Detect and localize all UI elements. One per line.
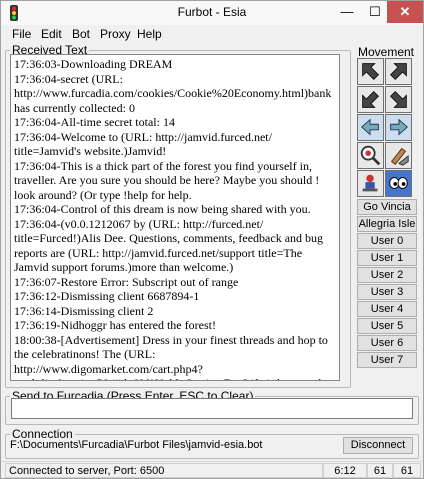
log-line: 17:36:07-Restore Error: Subscript out of… bbox=[14, 274, 239, 289]
user-3-button[interactable]: User 3 bbox=[357, 284, 417, 300]
received-text-box[interactable]: 17:36:03-Downloading DREAM 17:36:04-secr… bbox=[10, 54, 340, 381]
minimize-button[interactable]: — bbox=[333, 1, 361, 23]
log-line: 18:00:38-[Advertisement] Dress in your f… bbox=[14, 332, 328, 381]
user-5-button[interactable]: User 5 bbox=[357, 318, 417, 334]
log-line: 17:36:04-Welcome to (URL: http://jamvid.… bbox=[14, 129, 272, 159]
menu-file[interactable]: File bbox=[12, 27, 31, 41]
user-0-button[interactable]: User 0 bbox=[357, 233, 417, 249]
log-line: 17:36:04-(v0.0.1212067 by (URL: http://f… bbox=[14, 216, 324, 275]
log-line: 17:36:03-Downloading DREAM bbox=[14, 57, 173, 71]
disconnect-button[interactable]: Disconnect bbox=[343, 437, 413, 454]
menu-bar: File Edit Bot Proxy Help bbox=[1, 25, 423, 43]
maximize-button[interactable]: ☐ bbox=[361, 1, 389, 23]
send-input[interactable] bbox=[11, 398, 413, 419]
eyes-icon[interactable] bbox=[385, 170, 412, 197]
log-line: 17:36:19-Nidhoggr has entered the forest… bbox=[14, 318, 216, 332]
status-message: Connected to server, Port: 6500 bbox=[5, 463, 323, 478]
turn-right-icon[interactable] bbox=[385, 114, 412, 141]
menu-proxy[interactable]: Proxy bbox=[100, 27, 131, 41]
go-vincia-button[interactable]: Go Vincia bbox=[357, 199, 417, 215]
log-line: 17:36:12-Dismissing client 6687894-1 bbox=[14, 289, 200, 303]
log-line: 17:36:14-Dismissing client 2 bbox=[14, 303, 154, 318]
status-bar: Connected to server, Port: 6500 6:12 PM … bbox=[1, 461, 423, 478]
user-4-button[interactable]: User 4 bbox=[357, 301, 417, 317]
menu-help[interactable]: Help bbox=[137, 27, 162, 41]
allegria-isle-button[interactable]: Allegria Isle bbox=[357, 216, 417, 232]
user-6-button[interactable]: User 6 bbox=[357, 335, 417, 351]
log-line: 17:36:04-secret (URL: http://www.furcadi… bbox=[14, 71, 332, 115]
arrow-sw-icon[interactable] bbox=[357, 86, 384, 113]
status-time: 6:12 PM bbox=[323, 463, 367, 478]
arrow-nw-icon[interactable] bbox=[357, 58, 384, 85]
movement-legend: Movement bbox=[357, 45, 415, 59]
look-icon[interactable] bbox=[357, 142, 384, 169]
menu-bot[interactable]: Bot bbox=[72, 27, 90, 41]
close-button[interactable]: ✕ bbox=[387, 1, 423, 23]
bot-file-path: F:\Documents\Furcadia\Furbot Files\jamvi… bbox=[10, 439, 263, 451]
user-2-button[interactable]: User 2 bbox=[357, 267, 417, 283]
user-1-button[interactable]: User 1 bbox=[357, 250, 417, 266]
menu-edit[interactable]: Edit bbox=[41, 27, 62, 41]
log-line: 17:36:04-This is a thick part of the for… bbox=[14, 158, 320, 202]
status-count-b: 61 bbox=[393, 463, 421, 478]
arrow-ne-icon[interactable] bbox=[385, 58, 412, 85]
status-count-a: 61 bbox=[367, 463, 393, 478]
log-line: 17:36:04-Control of this dream is now be… bbox=[14, 202, 311, 216]
log-line: 17:36:04-All-time secret total: 14 bbox=[14, 115, 175, 129]
pickup-icon[interactable] bbox=[385, 142, 412, 169]
turn-left-icon[interactable] bbox=[357, 114, 384, 141]
arrow-se-icon[interactable] bbox=[385, 86, 412, 113]
sit-icon[interactable] bbox=[357, 170, 384, 197]
title-bar: Furbot - Esia — ☐ ✕ bbox=[1, 1, 423, 25]
furbot-window: Furbot - Esia — ☐ ✕ File Edit Bot Proxy … bbox=[0, 0, 424, 479]
user-7-button[interactable]: User 7 bbox=[357, 352, 417, 368]
